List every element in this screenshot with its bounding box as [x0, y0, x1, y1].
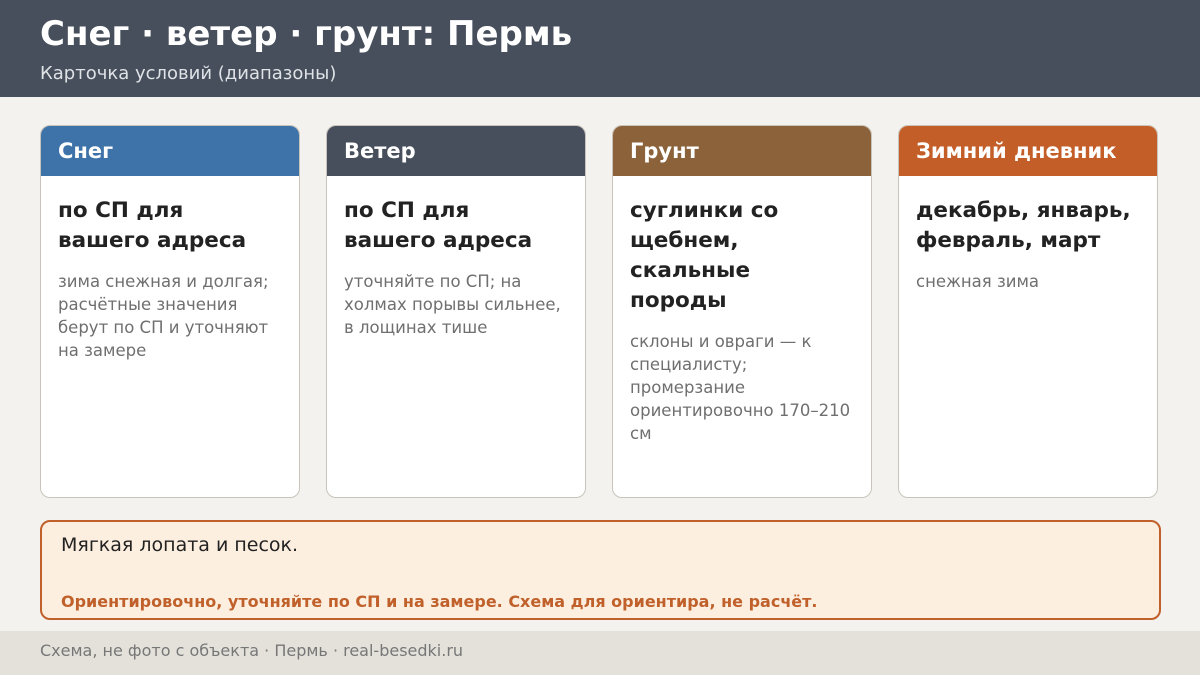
card-heading: Снег: [41, 126, 299, 176]
card-note: снежная зима: [916, 272, 1040, 291]
advice-text: Мягкая лопата и песок.: [61, 534, 299, 556]
page-subtitle: Карточка условий (диапазоны): [40, 63, 337, 84]
card-note: зима снежная и долгая; расчётные значени…: [58, 272, 269, 360]
card-note: склоны и овраги — к специалисту; промерз…: [630, 332, 851, 443]
footer-bar: Схема, не фото с объекта · Пермь · real-…: [0, 631, 1200, 675]
header-bar: Снег · ветер · грунт: Пермь Карточка усл…: [0, 0, 1200, 97]
card-main-value: по СП для вашего адреса: [344, 198, 533, 253]
card-snow: Снег по СП для вашего адреса зима снежна…: [40, 125, 300, 498]
card-winter-diary: Зимний дневник декабрь, январь, февраль,…: [898, 125, 1158, 498]
card-heading: Ветер: [327, 126, 585, 176]
card-main-value: декабрь, январь, февраль, март: [916, 198, 1131, 253]
card-wind: Ветер по СП для вашего адреса уточняйте …: [326, 125, 586, 498]
card-main-value: суглинки со щебнем, скальные породы: [630, 198, 779, 313]
advice-box: Мягкая лопата и песок. Ориентировочно, у…: [40, 520, 1161, 620]
card-main-value: по СП для вашего адреса: [58, 198, 247, 253]
page-title: Снег · ветер · грунт: Пермь: [40, 14, 573, 54]
card-soil: Грунт суглинки со щебнем, скальные пород…: [612, 125, 872, 498]
card-heading: Зимний дневник: [899, 126, 1157, 176]
card-heading: Грунт: [613, 126, 871, 176]
footer-text: Схема, не фото с объекта · Пермь · real-…: [40, 641, 464, 660]
disclaimer-text: Ориентировочно, уточняйте по СП и на зам…: [61, 592, 818, 611]
card-note: уточняйте по СП; на холмах порывы сильне…: [344, 272, 561, 337]
